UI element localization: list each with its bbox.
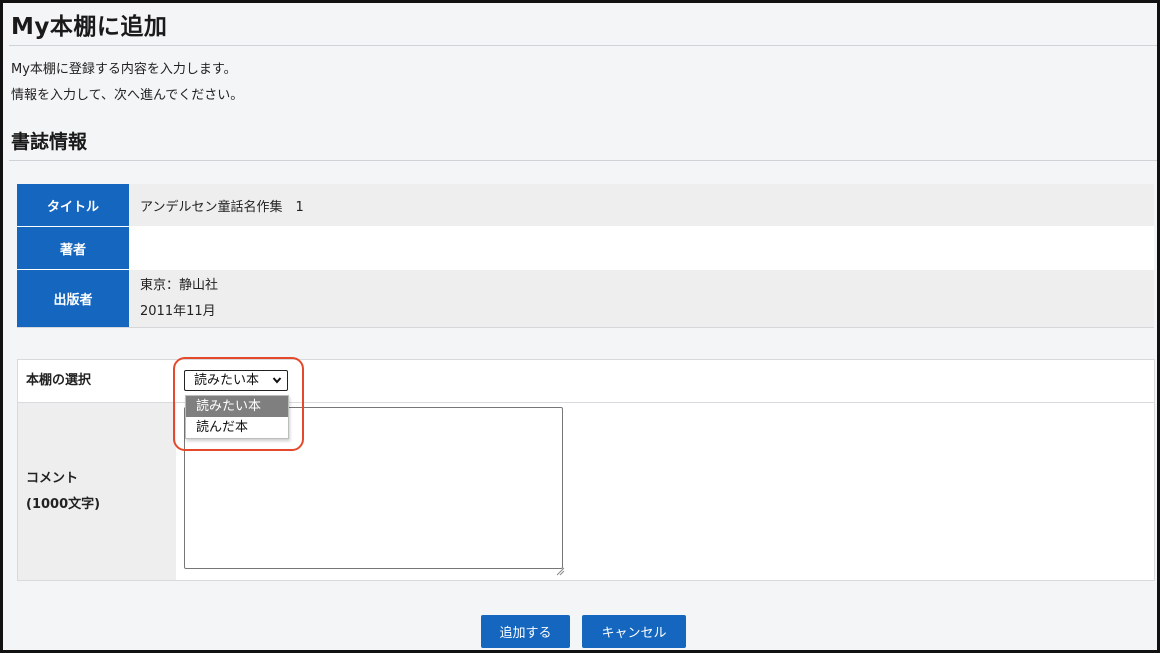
shelf-select-label-text: 本棚の選択 [26, 373, 92, 388]
row-value-title: アンデルセン童話名作集 1 [129, 184, 1154, 226]
row-value-publisher: 東京：静山社 2011年11月 [129, 270, 1154, 327]
shelf-dropdown-list: 読みたい本 読んだ本 [185, 395, 289, 439]
resize-grip-icon[interactable] [555, 561, 565, 576]
row-header-publisher: 出版者 [17, 270, 129, 327]
chevron-down-icon [272, 371, 282, 396]
comment-cell [176, 403, 1154, 580]
section-title-bibliographic: 書誌情報 [11, 131, 88, 153]
bibliographic-row-author: 著者 [17, 227, 1154, 270]
publish-date-value: 2011年11月 [140, 303, 216, 319]
comment-limit-text: (1000文字) [26, 496, 101, 512]
intro-text-line2: 情報を入力して、次へ進んでください。 [11, 88, 244, 103]
bibliographic-row-publisher: 出版者 東京：静山社 2011年11月 [17, 270, 1154, 328]
add-button[interactable]: 追加する [481, 615, 570, 648]
title-divider [9, 45, 1157, 46]
intro-text-line1: My本棚に登録する内容を入力します。 [11, 62, 237, 77]
row-value-author [129, 227, 1154, 269]
bibliographic-row-title: タイトル アンデルセン童話名作集 1 [17, 184, 1154, 227]
shelf-select-label: 本棚の選択 [18, 360, 176, 402]
shelf-select-cell: 読みたい本 [176, 360, 1154, 402]
section-divider [9, 160, 1157, 161]
bibliographic-table: タイトル アンデルセン童話名作集 1 著者 出版者 東京：静山社 2011年11… [17, 184, 1154, 328]
comment-label: コメント (1000文字) [18, 403, 176, 580]
page-frame: My本棚に追加 My本棚に登録する内容を入力します。 情報を入力して、次へ進んで… [0, 0, 1160, 653]
row-header-author: 著者 [17, 227, 129, 269]
shelf-option-read[interactable]: 読んだ本 [186, 417, 288, 438]
comment-label-text: コメント [26, 470, 79, 486]
shelf-option-want-to-read[interactable]: 読みたい本 [186, 396, 288, 417]
page-title: My本棚に追加 [11, 14, 168, 40]
shelf-select-value: 読みたい本 [194, 373, 260, 388]
cancel-button[interactable]: キャンセル [582, 615, 686, 648]
title-value: アンデルセン童話名作集 1 [140, 199, 304, 215]
row-header-title: タイトル [17, 184, 129, 226]
publisher-value: 東京：静山社 [140, 277, 219, 293]
add-shelf-form: 本棚の選択 読みたい本 コメント (1000文字) [17, 359, 1155, 581]
shelf-select[interactable]: 読みたい本 [184, 370, 288, 391]
